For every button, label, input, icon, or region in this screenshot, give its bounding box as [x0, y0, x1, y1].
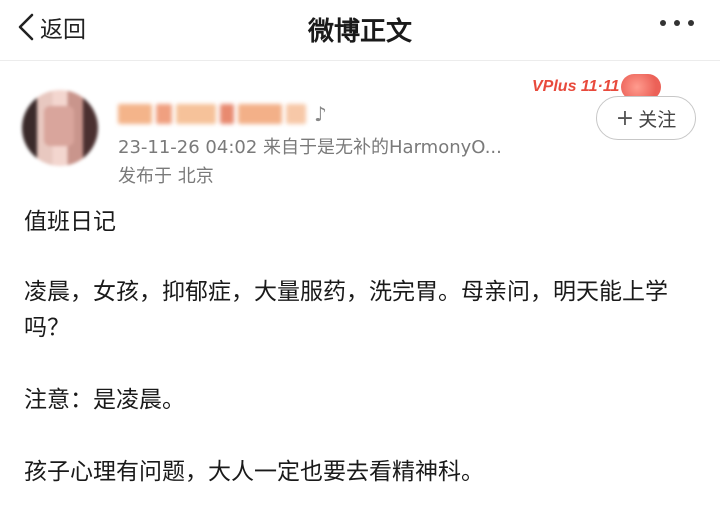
vplus-label: VPlus 11·11: [532, 78, 620, 95]
post-paragraph: 值班日记: [24, 209, 116, 235]
more-options-icon[interactable]: [660, 20, 694, 26]
plus-icon: +: [615, 105, 635, 131]
avatar[interactable]: [22, 90, 98, 166]
follow-button[interactable]: + 关注: [596, 96, 696, 140]
top-nav-bar: 返回 微博正文: [0, 0, 720, 61]
post-location: 发布于 北京: [118, 166, 214, 187]
post-body: 值班日记 凌晨，女孩，抑郁症，大量服药，洗完胃。母亲问，明天能上学吗？ 注意：是…: [24, 204, 704, 526]
post-time-source: 23-11-26 04:02 来自于是无补的HarmonyO...: [118, 137, 502, 158]
post-paragraph: 注意：是凌晨。: [24, 387, 185, 413]
post-paragraph: 凌晨，女孩，抑郁症，大量服药，洗完胃。母亲问，明天能上学吗？: [24, 279, 668, 341]
username-blurred[interactable]: ♪: [118, 100, 350, 128]
verified-badge-icon: ♪: [314, 102, 327, 126]
post-paragraph: 孩子心理有问题，大人一定也要去看精神科。: [24, 459, 484, 485]
follow-label: 关注: [638, 108, 677, 131]
page-title: 微博正文: [307, 17, 412, 47]
